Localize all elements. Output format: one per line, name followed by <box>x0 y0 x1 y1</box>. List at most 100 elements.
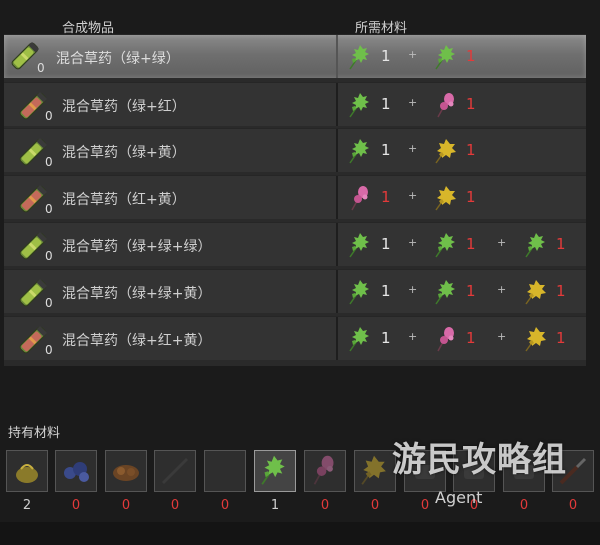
red-herb-icon <box>313 455 334 485</box>
recipe-row[interactable]: 0 混合草药（绿+红） 1 +1 <box>4 82 586 126</box>
material-quantity: 1 <box>381 95 391 113</box>
material-slot[interactable] <box>552 450 594 492</box>
material-slot[interactable] <box>6 450 48 492</box>
material-slot[interactable] <box>453 450 495 492</box>
green-herb-icon <box>344 89 376 121</box>
material-slot-count: 0 <box>121 498 131 513</box>
red-herb-icon <box>430 89 462 121</box>
material-slot[interactable] <box>354 450 396 492</box>
material-slot[interactable] <box>254 450 296 492</box>
brown-crystals-icon <box>113 465 139 481</box>
plus-sign: + <box>497 330 507 343</box>
recipe-name: 混合草药（绿+黄） <box>62 145 186 161</box>
plus-sign: + <box>408 96 418 109</box>
recipe-list: 0 混合草药（绿+绿） 1 +1 0 混合草药（绿+红） 1 +1 0 混合草药（绿+黄） 1 +1 0… <box>4 34 586 366</box>
recipe-owned-count: 0 <box>45 296 53 310</box>
material-slot-count: 1 <box>270 498 280 513</box>
plus-sign: + <box>408 236 418 249</box>
column-divider <box>336 176 338 219</box>
recipe-owned-count: 0 <box>45 155 53 169</box>
green-herb-icon <box>430 41 462 73</box>
recipe-owned-count: 0 <box>45 109 53 123</box>
owned-materials-title: 持有材料 <box>8 426 61 441</box>
material-quantity: 1 <box>466 235 476 253</box>
column-divider <box>336 129 338 172</box>
column-divider <box>336 35 338 78</box>
material-slot-count: 0 <box>568 498 578 513</box>
recipe-name: 混合草药（绿+绿） <box>56 51 180 67</box>
plus-sign: + <box>408 189 418 202</box>
material-slot[interactable] <box>204 450 246 492</box>
material-slot-count: 0 <box>320 498 330 513</box>
material-quantity: 1 <box>556 235 566 253</box>
material-quantity: 1 <box>466 282 476 300</box>
recipe-name: 混合草药（绿+绿+绿） <box>62 239 212 255</box>
yellow-herb-icon <box>361 455 386 485</box>
recipe-row[interactable]: 0 混合草药（绿+黄） 1 +1 <box>4 128 586 172</box>
bottom-bar <box>0 522 600 545</box>
material-quantity: 1 <box>381 141 391 159</box>
material-slot[interactable] <box>154 450 196 492</box>
material-slot[interactable] <box>55 450 97 492</box>
plus-sign: + <box>408 283 418 296</box>
unknown-material-icon <box>415 465 435 479</box>
material-slot-count: 0 <box>420 498 430 513</box>
blade-icon <box>212 458 238 484</box>
material-quantity: 1 <box>381 47 391 65</box>
green-herb-icon <box>344 135 376 167</box>
recipe-owned-count: 0 <box>45 343 53 357</box>
column-header: 合成物品 所需材料 <box>0 14 600 36</box>
recipe-row[interactable]: 0 混合草药（绿+红+黄） 1 +1 +1 <box>4 316 586 360</box>
yellow-herb-icon <box>520 276 552 308</box>
recipe-name: 混合草药（绿+绿+黄） <box>62 286 212 302</box>
yellow-herb-icon <box>520 323 552 355</box>
material-quantity: 1 <box>381 235 391 253</box>
recipe-name: 混合草药（绿+红+黄） <box>62 333 212 349</box>
plus-sign: + <box>408 48 418 61</box>
unknown-material-icon <box>464 465 484 479</box>
yellow-herb-icon <box>430 135 462 167</box>
green-herb-icon <box>430 229 462 261</box>
material-slot-count: 2 <box>22 498 32 513</box>
green-herb-icon <box>430 276 462 308</box>
green-herb-icon <box>261 455 285 485</box>
material-slot-count: 0 <box>469 498 479 513</box>
rod-icon <box>161 457 189 485</box>
material-slot-count: 0 <box>519 498 529 513</box>
column-divider <box>336 223 338 266</box>
recipe-row[interactable]: 0 混合草药（红+黄） 1 +1 <box>4 175 586 219</box>
material-slot[interactable] <box>503 450 545 492</box>
plus-sign: + <box>408 142 418 155</box>
red-herb-icon <box>430 323 462 355</box>
unknown-material-icon <box>514 465 534 479</box>
material-quantity: 1 <box>466 47 476 65</box>
recipe-name: 混合草药（绿+红） <box>62 99 186 115</box>
material-slot[interactable] <box>105 450 147 492</box>
material-slot-count: 0 <box>170 498 180 513</box>
green-herb-icon <box>344 276 376 308</box>
recipe-owned-count: 0 <box>45 202 53 216</box>
recipe-row[interactable]: 0 混合草药（绿+绿+绿） 1 +1 +1 <box>4 222 586 266</box>
plus-sign: + <box>497 283 507 296</box>
material-quantity: 1 <box>556 282 566 300</box>
material-quantity: 1 <box>466 141 476 159</box>
gunpowder-icon <box>16 464 38 483</box>
material-quantity: 1 <box>466 329 476 347</box>
column-divider <box>336 83 338 126</box>
column-divider <box>336 317 338 360</box>
recipe-row[interactable]: 0 混合草药（绿+绿+黄） 1 +1 +1 <box>4 269 586 313</box>
plus-sign: + <box>497 236 507 249</box>
plus-sign: + <box>408 330 418 343</box>
blue-crystals-icon <box>64 462 89 482</box>
material-quantity: 1 <box>466 188 476 206</box>
yellow-herb-icon <box>430 182 462 214</box>
material-slot[interactable] <box>404 450 446 492</box>
recipe-name: 混合草药（红+黄） <box>62 192 186 208</box>
red-herb-icon <box>344 182 376 214</box>
green-herb-icon <box>344 323 376 355</box>
material-quantity: 1 <box>381 188 391 206</box>
material-quantity: 1 <box>466 95 476 113</box>
material-slot[interactable] <box>304 450 346 492</box>
recipe-row[interactable]: 0 混合草药（绿+绿） 1 +1 <box>4 34 586 78</box>
material-slot-count: 0 <box>71 498 81 513</box>
